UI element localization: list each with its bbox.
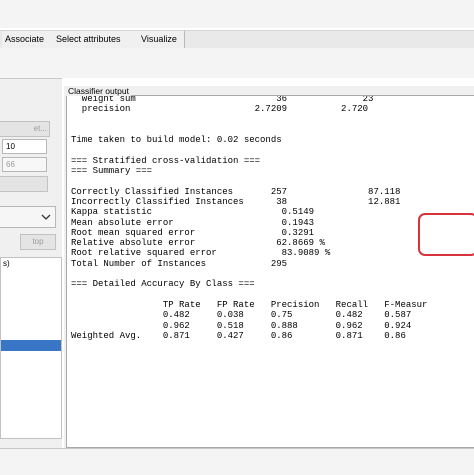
classifier-output-text: Weight sum 36 23 precision 2.7209 2.720 …	[71, 95, 428, 341]
toolbar-area	[0, 48, 474, 78]
selected-result-row[interactable]	[1, 340, 61, 351]
status-bar	[0, 448, 474, 475]
top-strip	[0, 0, 474, 28]
tab-visualize[interactable]: Visualize	[138, 31, 185, 48]
tab-bar: Associate Select attributes Visualize	[0, 30, 474, 49]
tab-select-attributes[interactable]: Select attributes	[53, 31, 140, 48]
chevron-down-icon	[41, 214, 51, 220]
classifier-output-label: Classifier output	[66, 86, 131, 96]
result-list[interactable]: s)	[0, 257, 62, 439]
set-button[interactable]: et...	[0, 121, 50, 137]
tab-associate[interactable]: Associate	[2, 31, 55, 48]
result-list-header: s)	[3, 259, 10, 268]
folds-field[interactable]: 10	[2, 139, 47, 154]
more-options-button[interactable]	[0, 176, 48, 192]
accuracy-highlight-box	[418, 213, 474, 256]
stop-button[interactable]: top	[20, 234, 56, 250]
classifier-output-panel: Weight sum 36 23 precision 2.7209 2.720 …	[64, 86, 474, 448]
percentage-split-field[interactable]: 66	[2, 157, 47, 172]
classifier-options-panel: et... 10 66 top s)	[0, 78, 62, 449]
classifier-output-textarea[interactable]: Weight sum 36 23 precision 2.7209 2.720 …	[66, 95, 474, 448]
class-selector[interactable]	[0, 206, 56, 228]
